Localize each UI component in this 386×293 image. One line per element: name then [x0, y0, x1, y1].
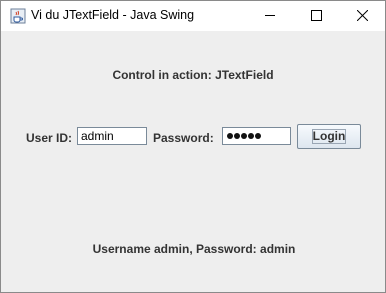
- close-button[interactable]: [339, 1, 385, 31]
- heading-label: Control in action: JTextField: [112, 68, 274, 82]
- close-icon: [357, 10, 368, 21]
- password-field[interactable]: [222, 127, 291, 145]
- userid-field[interactable]: admin: [77, 127, 147, 145]
- content-pane: Control in action: JTextField User ID: a…: [1, 32, 385, 292]
- password-dot: [248, 133, 254, 139]
- minimize-button[interactable]: [247, 1, 293, 31]
- java-cup-icon: [10, 8, 26, 24]
- userid-label: User ID:: [26, 131, 73, 145]
- title-bar[interactable]: Vi du JTextField - Java Swing: [1, 1, 385, 31]
- window-title: Vi du JTextField - Java Swing: [31, 8, 195, 22]
- maximize-icon: [311, 10, 322, 21]
- hint-label: Username admin, Password: admin: [92, 242, 296, 256]
- minimize-icon: [265, 15, 275, 16]
- password-label: Password:: [153, 131, 214, 145]
- maximize-button[interactable]: [293, 1, 339, 31]
- password-dot: [227, 133, 233, 139]
- password-dot: [234, 133, 240, 139]
- password-dot: [241, 133, 247, 139]
- password-dot: [255, 133, 261, 139]
- focus-ring: [312, 129, 346, 144]
- password-mask: [226, 128, 287, 144]
- userid-value: admin: [81, 129, 114, 143]
- app-window: Vi du JTextField - Java Swing Control in…: [0, 0, 386, 293]
- login-button[interactable]: Login: [297, 124, 361, 149]
